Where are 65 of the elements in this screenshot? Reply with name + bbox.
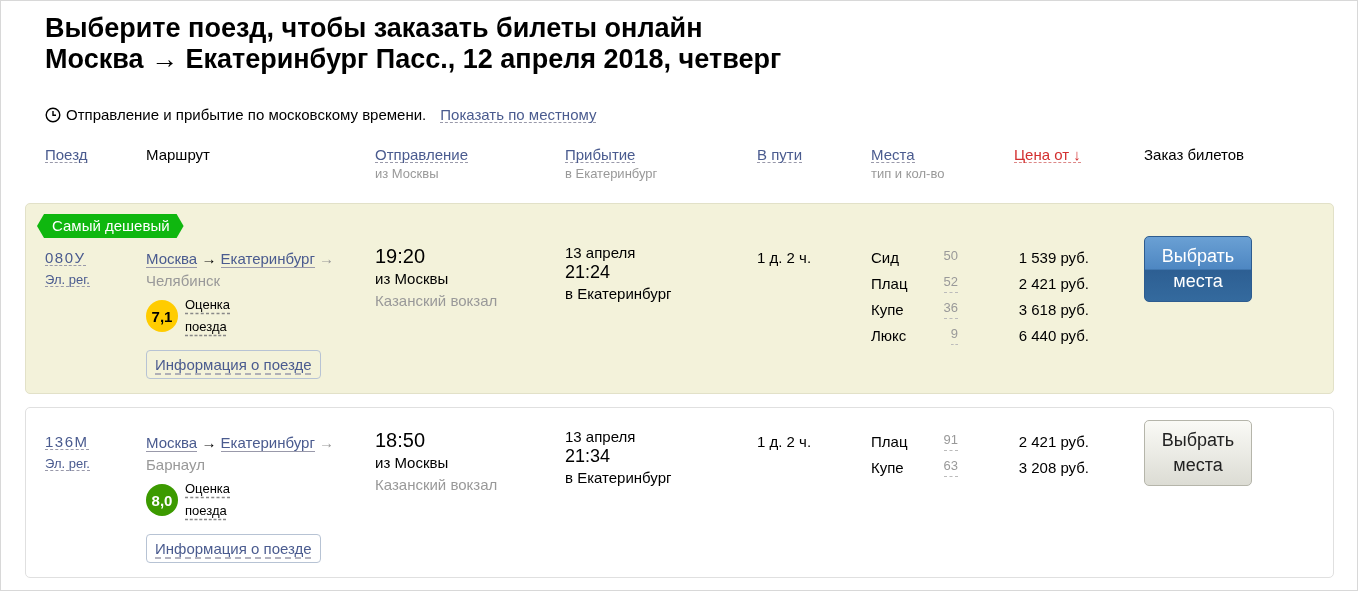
train-info-button[interactable]: Информация о поезде (146, 534, 321, 563)
arrival-time: 21:34 (565, 446, 611, 467)
page-title: Выберите поезд, чтобы заказать билеты онлайн Москва → Екатеринбург Пасс., 12 апреля 2018, четверг (45, 13, 783, 75)
departure-time: 18:50 (375, 428, 426, 452)
column-header[interactable]: Отправление (375, 147, 469, 163)
column-subheader: в Екатеринбург (565, 166, 658, 181)
column-header[interactable]: В пути (757, 147, 803, 163)
train-number-link[interactable]: 136М (45, 434, 89, 450)
seat-price: 1 539 руб. (1017, 248, 1089, 267)
arrival-note: в Екатеринбург (565, 468, 672, 488)
arrival-date: 13 апреля (565, 428, 636, 446)
column-header: Маршрут (146, 147, 210, 162)
station-link[interactable]: Москва (146, 434, 198, 452)
choose-seats-button[interactable]: Выбрать места (1144, 420, 1252, 486)
clock-icon (45, 106, 61, 123)
departure-time: 19:20 (375, 244, 426, 268)
seat-type: Люкс (871, 326, 907, 345)
route-arrow: → (319, 434, 335, 451)
rating-link[interactable]: Оценка поезда (185, 294, 235, 338)
seat-count: 50 (943, 248, 958, 265)
rating-badge: 7,1 (146, 300, 178, 332)
choose-seats-button[interactable]: Выбрать места (1144, 236, 1252, 302)
seat-type: Купе (871, 300, 904, 319)
column-header: Заказ билетов (1144, 147, 1245, 162)
time-note: Отправление и прибытие по московскому времени. (66, 106, 427, 123)
arrival-time: 21:24 (565, 262, 611, 283)
seat-type: Купе (871, 458, 904, 477)
departure-note: из Москвы (375, 269, 449, 289)
departure-station: Казанский вокзал (375, 291, 498, 311)
seat-type: Плац (871, 432, 908, 451)
travel-time: 1 д. 2 ч. (757, 248, 812, 267)
badge: Самый дешевый (37, 214, 184, 238)
seat-price: 2 421 руб. (1017, 274, 1089, 293)
column-subheader: из Москвы (375, 166, 439, 181)
seat-type: Сид (871, 248, 899, 267)
route-arrow: → (319, 250, 335, 267)
local-time-link[interactable]: Показать по местному (440, 106, 597, 123)
column-subheader: тип и кол-во (871, 166, 945, 181)
station-link[interactable]: Екатеринбург (220, 250, 315, 268)
arrival-date: 13 апреля (565, 244, 636, 262)
departure-note: из Москвы (375, 453, 449, 473)
column-header[interactable]: Места (871, 147, 915, 163)
column-header[interactable]: Поезд (45, 147, 88, 163)
route-arrow: → (201, 434, 217, 451)
seat-price: 3 618 руб. (1017, 300, 1089, 319)
column-header[interactable]: Прибытие (565, 147, 636, 163)
seat-price: 3 208 руб. (1017, 458, 1089, 477)
train-info-button[interactable]: Информация о поезде (146, 350, 321, 379)
train-category-link[interactable]: Эл. рег. (45, 457, 90, 471)
seat-type: Плац (871, 274, 908, 293)
rating-badge: 8,0 (146, 484, 178, 516)
train-number-link[interactable]: 080У (45, 250, 86, 266)
seat-price: 2 421 руб. (1017, 432, 1089, 451)
departure-station: Казанский вокзал (375, 475, 498, 495)
route-arrow: → (201, 250, 217, 267)
column-header[interactable]: Цена от ↓ (1014, 147, 1081, 163)
arrival-note: в Екатеринбург (565, 284, 672, 304)
train-category-link[interactable]: Эл. рег. (45, 273, 90, 287)
station-link[interactable]: Екатеринбург (220, 434, 315, 452)
destination-city: Челябинск (146, 272, 221, 289)
destination-city: Барнаул (146, 456, 205, 473)
rating-link[interactable]: Оценка поезда (185, 478, 235, 522)
seat-price: 6 440 руб. (1017, 326, 1089, 345)
travel-time: 1 д. 2 ч. (757, 432, 812, 451)
station-link[interactable]: Москва (146, 250, 198, 268)
